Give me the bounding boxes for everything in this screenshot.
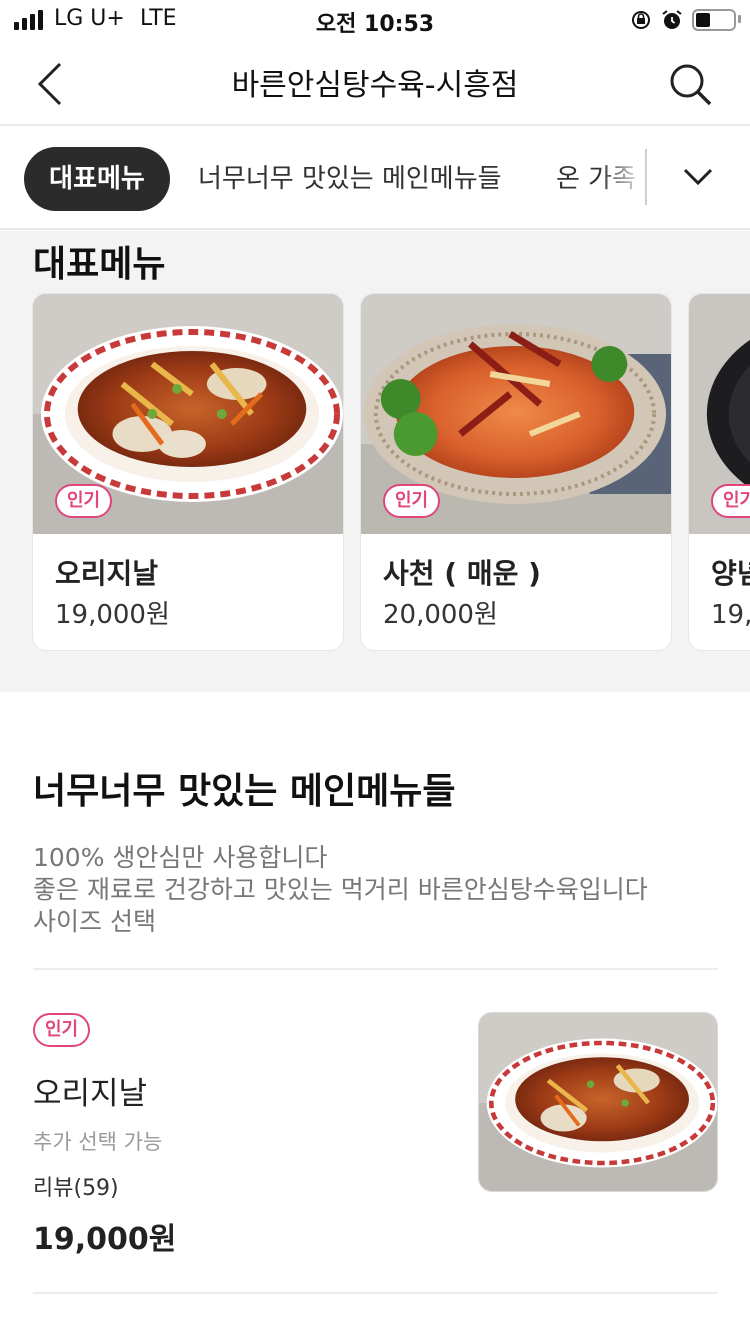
section-title: 너무너무 맛있는 메인메뉴들 [33, 771, 456, 812]
rotation-lock-icon [632, 11, 650, 29]
popular-badge: 인기 [33, 1013, 91, 1047]
battery-icon [692, 9, 736, 31]
popular-badge: 인기 [55, 484, 113, 518]
status-bar: LG U+ LTE 오전 10:53 [0, 0, 750, 40]
category-tabs: 대표메뉴 너무너무 맛있는 메인메뉴들 온 가족 [0, 127, 750, 230]
tab-divider [645, 149, 647, 205]
popular-badge: 인기 [711, 484, 750, 518]
tab-fade [600, 127, 646, 227]
section-description-line: 사이즈 선택 [33, 907, 156, 936]
card-name: 오리지날 [55, 557, 159, 590]
card-name: 사천 ( 매운 ) [383, 557, 541, 590]
tab-featured[interactable]: 대표메뉴 [24, 147, 170, 211]
page-title: 바른안심탕수육-시흥점 [231, 68, 519, 103]
popular-badge: 인기 [383, 484, 441, 518]
card-name: 양념 [711, 557, 750, 590]
featured-card[interactable]: 인기 양념 19,000원 [688, 293, 750, 651]
tab-main-menu[interactable]: 너무너무 맛있는 메인메뉴들 [198, 147, 502, 211]
featured-card[interactable]: 인기 오리지날 19,000원 [32, 293, 344, 651]
battery-tip [738, 15, 741, 23]
divider [33, 968, 718, 970]
chevron-down-icon[interactable] [682, 165, 714, 189]
divider [33, 1292, 718, 1294]
item-image [478, 1012, 718, 1192]
item-name: 오리지날 [33, 1076, 148, 1112]
search-button[interactable] [668, 62, 714, 108]
section-description-line: 100% 생안심만 사용합니다 [33, 843, 328, 872]
section-description-line: 좋은 재료로 건강하고 맛있는 먹거리 바른안심탕수육입니다 [33, 875, 648, 904]
item-review-count: 리뷰(59) [33, 1176, 119, 1201]
item-price: 19,000원 [33, 1222, 177, 1257]
card-price: 19,000원 [55, 600, 170, 630]
item-option-note: 추가 선택 가능 [33, 1130, 163, 1154]
featured-section: 대표메뉴 인기 오리지날 19,000원 인기 사천 (매운) 20,000… [0, 231, 750, 692]
food-image [479, 1013, 717, 1191]
card-price: 19,000원 [711, 600, 750, 630]
alarm-icon [662, 10, 682, 29]
featured-card[interactable]: 인기 사천 ( 매운 ) 20,000원 [360, 293, 672, 651]
nav-bar: 바른안심탕수육-시흥점 [0, 40, 750, 126]
featured-title: 대표메뉴 [33, 244, 166, 285]
card-price: 20,000원 [383, 600, 498, 630]
